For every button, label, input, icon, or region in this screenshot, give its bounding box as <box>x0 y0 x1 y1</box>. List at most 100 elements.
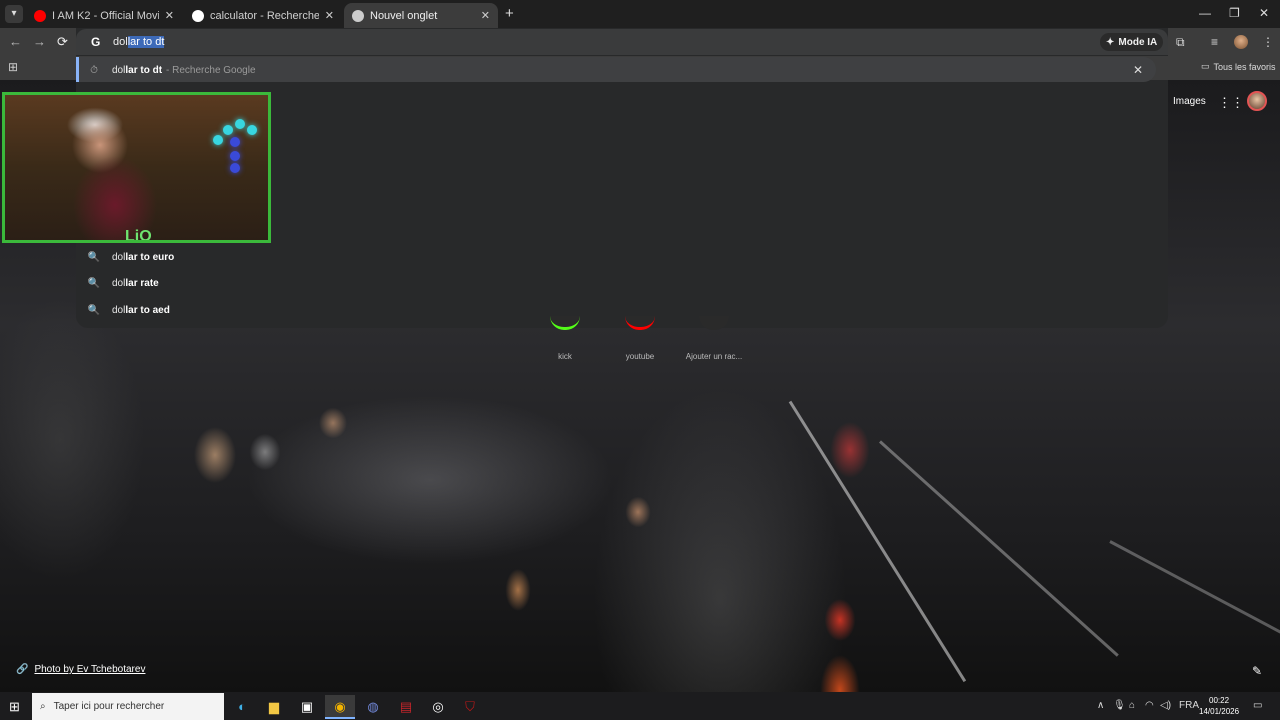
suggestion-text: dollar rate <box>112 278 159 289</box>
photo-credit-link[interactable]: Photo by Ev Tchebotarev <box>34 664 145 675</box>
file-explorer-icon[interactable]: ▆ <box>259 695 289 719</box>
back-button[interactable]: ← <box>9 34 22 49</box>
photo-credit[interactable]: 🔗 Photo by Ev Tchebotarev <box>16 664 145 675</box>
voicemeeter-icon[interactable]: ▤ <box>391 695 421 719</box>
apps-icon[interactable]: ⊞ <box>8 60 18 74</box>
mcafee-icon[interactable]: ⛉ <box>455 695 485 719</box>
tab-youtube[interactable]: I AM K2 - Official Movie | شي ✕ <box>26 3 182 28</box>
forward-button[interactable]: → <box>33 34 46 49</box>
add-icon <box>699 316 729 330</box>
taskbar-search[interactable]: ⌕ Taper ici pour rechercher <box>32 693 224 720</box>
media-control-icon[interactable]: ≡ <box>1211 35 1218 49</box>
close-tab-icon[interactable]: ✕ <box>325 9 334 22</box>
volume-icon[interactable]: ◁) <box>1160 700 1171 711</box>
suggestion-text: dollar to dt <box>112 65 162 76</box>
mode-ia-label: Mode IA <box>1118 36 1158 48</box>
suggestion-prefix: dol <box>112 251 126 263</box>
minimize-button[interactable]: — <box>1199 6 1211 20</box>
suggestion-prefix: dol <box>112 304 126 316</box>
query-autocomplete: lar to dt <box>127 36 165 48</box>
tray-chevron-icon[interactable]: ∧ <box>1097 700 1104 711</box>
clock[interactable]: 00:22 14/01/2026 <box>1199 695 1239 717</box>
shortcut-kick[interactable]: kick <box>540 316 590 361</box>
link-icon: 🔗 <box>16 664 29 675</box>
close-tab-icon[interactable]: ✕ <box>481 9 490 22</box>
google-icon <box>192 9 204 22</box>
kick-icon <box>550 316 580 330</box>
all-favorites-button[interactable]: ▭ Tous les favoris <box>1201 61 1276 72</box>
omnibox[interactable] <box>76 29 1168 55</box>
menu-icon[interactable]: ⋮ <box>1262 35 1274 49</box>
tab-title: I AM K2 - Official Movie | شي <box>52 10 159 22</box>
suggestion-item[interactable]: 🔍 dollar to euro <box>76 244 1156 270</box>
mode-ia-button[interactable]: ✦ Mode IA <box>1100 33 1164 51</box>
shortcut-add[interactable]: Ajouter un rac... <box>684 316 744 361</box>
shortcut-label: kick <box>558 352 572 361</box>
light-panel <box>213 135 223 145</box>
tab-title: Nouvel onglet <box>370 9 438 22</box>
suggestion-item[interactable]: ⏱ dollar to dt - Recherche Google <box>76 57 1156 83</box>
shortcut-youtube[interactable]: youtube <box>615 316 665 361</box>
tab-search-button[interactable]: ▾ <box>5 5 23 23</box>
clock-date: 14/01/2026 <box>1199 707 1240 716</box>
suggestion-text: dollar to aed <box>112 305 170 316</box>
customize-pencil-icon[interactable]: ✎ <box>1252 664 1262 678</box>
close-window-button[interactable]: ✕ <box>1259 6 1269 20</box>
light-panel <box>223 125 233 135</box>
obs-icon[interactable]: ◎ <box>423 695 453 719</box>
search-icon: 🔍 <box>87 304 101 316</box>
suggestion-rest: lar to dt <box>125 64 163 76</box>
microphone-icon[interactable]: 🎙 <box>1113 700 1126 711</box>
clock-time: 00:22 <box>1209 696 1230 705</box>
search-icon: ⌕ <box>40 701 46 712</box>
wifi-icon[interactable]: ◠ <box>1145 700 1154 711</box>
light-panel <box>230 151 240 161</box>
suggestion-prefix: dol <box>112 277 126 289</box>
new-tab-button[interactable]: + <box>505 5 514 22</box>
chrome-icon[interactable]: ◉ <box>325 695 355 719</box>
google-account-avatar[interactable] <box>1247 91 1267 111</box>
restore-button[interactable]: ❐ <box>1229 6 1240 20</box>
shortcut-label: Ajouter un rac... <box>685 352 743 361</box>
notifications-icon[interactable]: ▭ <box>1253 700 1262 711</box>
extensions-icon[interactable]: ⧉ <box>1176 35 1185 50</box>
store-icon[interactable]: ▣ <box>292 695 322 719</box>
google-g-icon: G <box>91 35 101 49</box>
query-typed: dol <box>113 36 128 48</box>
shortcut-label: youtube <box>625 352 655 361</box>
reload-button[interactable]: ⟳ <box>57 34 68 50</box>
windows-start-icon[interactable]: ⊞ <box>9 699 20 715</box>
search-icon: 🔍 <box>87 251 101 263</box>
tab-new-tab[interactable]: Nouvel onglet ✕ <box>344 3 498 28</box>
suggestion-text: dollar to euro <box>112 252 174 263</box>
edge-icon[interactable]: ◐ <box>227 695 257 719</box>
omnibox-query[interactable]: dollar to dt <box>113 36 165 48</box>
history-icon: ⏱ <box>90 64 98 76</box>
search-icon: 🔍 <box>87 277 101 289</box>
chrome-icon <box>352 9 364 22</box>
light-panel <box>230 137 240 147</box>
webcam-overlay: LiO <box>2 92 271 243</box>
suggestion-prefix: dol <box>112 64 126 76</box>
network-icon[interactable]: ⌂ <box>1129 700 1135 711</box>
light-panel <box>230 163 240 173</box>
suggestion-item[interactable]: 🔍 dollar rate <box>76 270 1156 296</box>
language-indicator[interactable]: FRA <box>1179 700 1199 711</box>
images-link[interactable]: Images <box>1173 96 1206 107</box>
youtube-icon <box>34 9 46 22</box>
close-tab-icon[interactable]: ✕ <box>165 9 174 22</box>
webcam-logo: LiO <box>125 228 152 243</box>
light-panel <box>235 119 245 129</box>
tab-google-search[interactable]: calculator - Recherche Google ✕ <box>184 3 342 28</box>
sparkle-search-icon: ✦ <box>1106 36 1115 48</box>
light-panel <box>247 125 257 135</box>
discord-icon[interactable]: ◍ <box>358 695 388 719</box>
folder-icon: ▭ <box>1201 61 1210 71</box>
suggestion-rest: lar to aed <box>125 304 170 316</box>
suggestion-rest: lar to euro <box>125 251 175 263</box>
remove-suggestion-icon[interactable]: ✕ <box>1133 63 1143 77</box>
suggestion-rest: lar rate <box>125 277 159 289</box>
profile-avatar[interactable] <box>1234 35 1248 49</box>
youtube-icon <box>625 316 655 330</box>
all-favorites-label: Tous les favoris <box>1213 61 1276 72</box>
